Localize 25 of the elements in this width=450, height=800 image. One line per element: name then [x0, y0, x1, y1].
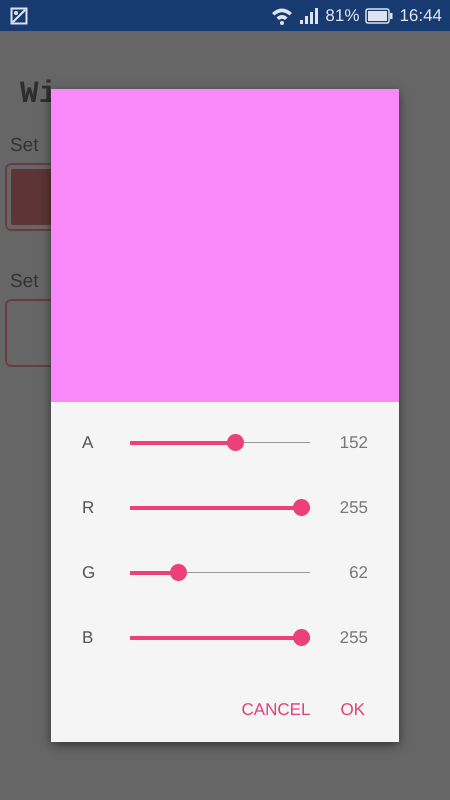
slider-thumb[interactable] [293, 628, 310, 646]
slider[interactable] [130, 562, 310, 582]
slider-thumb[interactable] [293, 498, 310, 516]
slider-thumb[interactable] [170, 564, 187, 580]
channel-label: B [81, 628, 94, 648]
slider[interactable] [130, 432, 310, 452]
channel-value: 255 [338, 628, 368, 648]
slider[interactable] [130, 498, 310, 518]
slider-thumb[interactable] [227, 434, 244, 450]
page-title: Wi [20, 77, 58, 114]
battery-icon [365, 8, 394, 24]
wifi-icon [271, 6, 294, 24]
channel-label: A [81, 432, 94, 452]
signal-icon [299, 6, 320, 24]
image-icon [10, 6, 28, 24]
channel-label: G [81, 562, 96, 582]
clock: 16:44 [399, 6, 442, 26]
battery-percent: 81% [325, 6, 360, 26]
cancel-button[interactable]: CANCEL [231, 692, 320, 728]
channel-value: 255 [338, 498, 368, 518]
channel-value: 152 [338, 432, 368, 452]
channel-value: 62 [348, 562, 368, 582]
slider[interactable] [130, 628, 310, 648]
channel-label: R [81, 498, 96, 518]
ok-button[interactable]: OK [330, 692, 375, 728]
